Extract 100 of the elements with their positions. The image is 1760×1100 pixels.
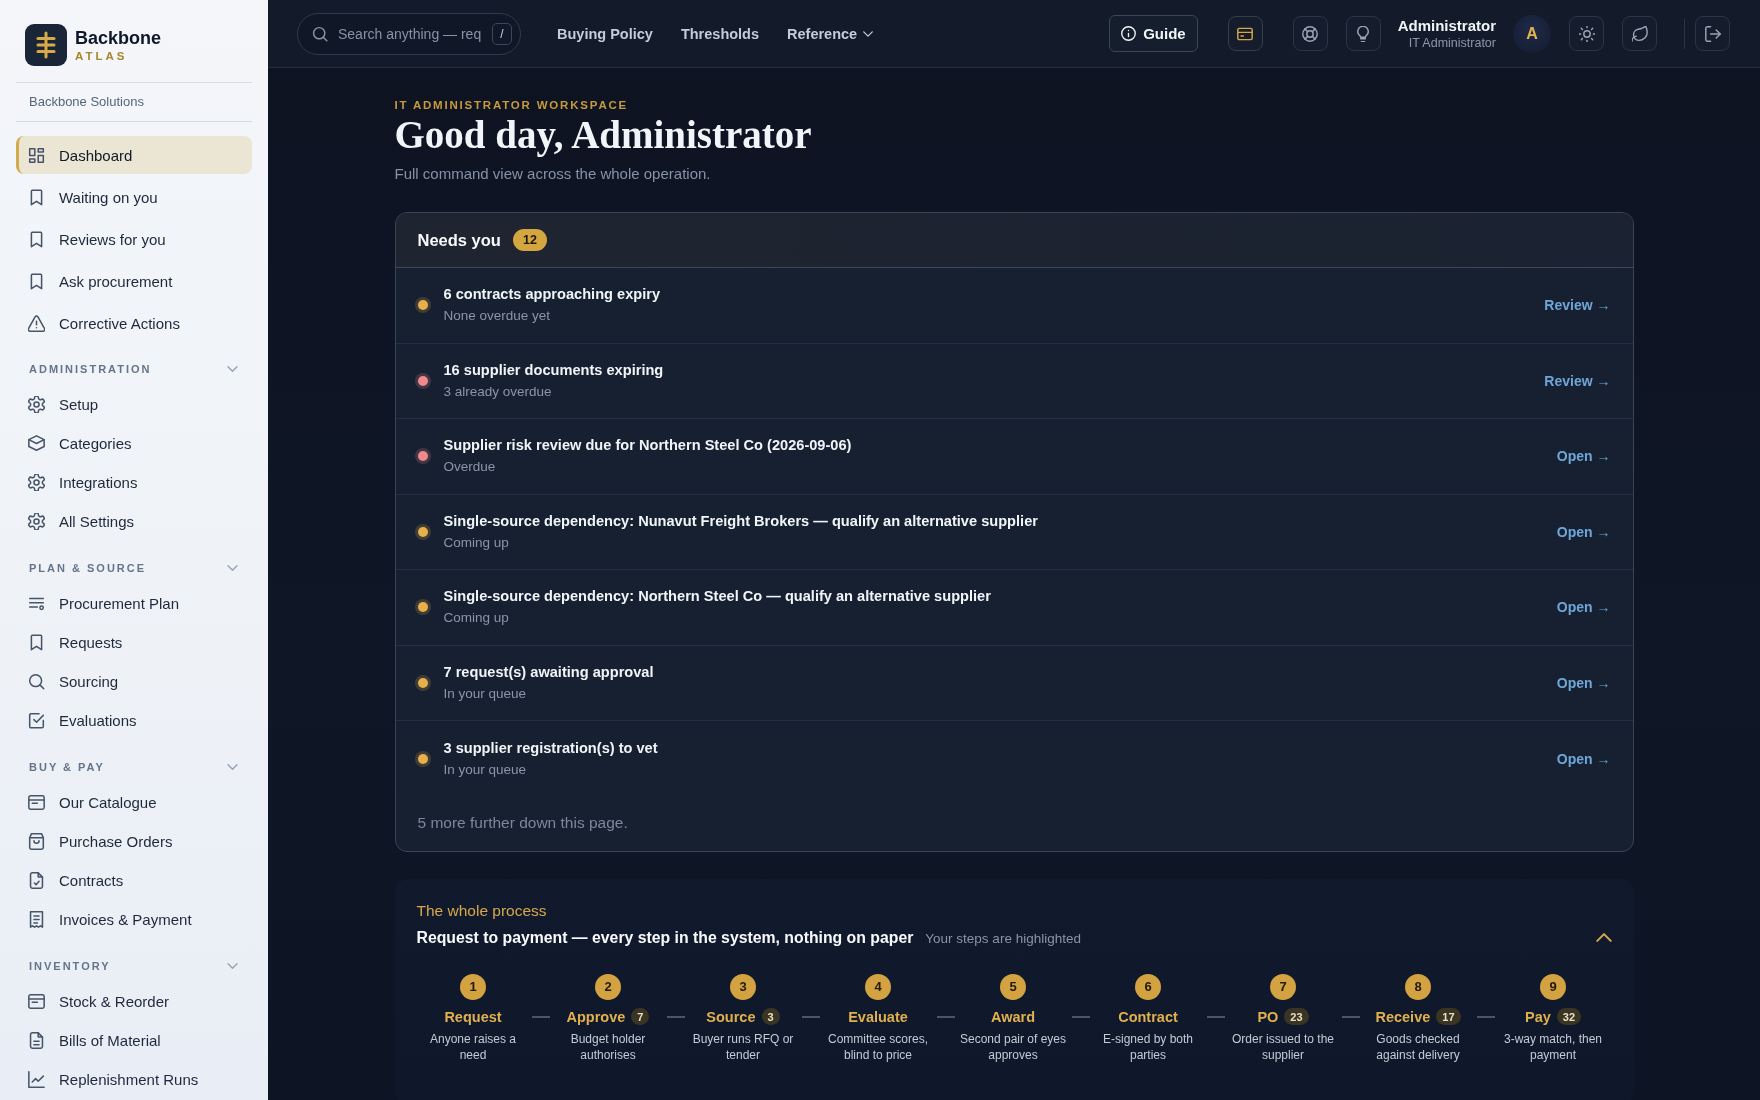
- guide-button[interactable]: Guide: [1109, 15, 1198, 52]
- step-count-badge: 3: [761, 1008, 780, 1025]
- logout-icon: [1704, 25, 1721, 42]
- step-name: Request: [444, 1007, 502, 1026]
- sidebar-item[interactable]: Replenishment Runs: [16, 1060, 252, 1099]
- nav-menu-button[interactable]: Reference: [787, 25, 874, 42]
- item-title: Supplier risk review due for Northern Steel Co (2026-09-06): [443, 436, 852, 456]
- document-check-icon: [28, 872, 45, 889]
- gear-icon: [28, 396, 45, 413]
- step-description: 3-way match, then payment: [1502, 1030, 1603, 1063]
- count-badge: 12: [512, 229, 547, 251]
- card-icon: [28, 993, 45, 1010]
- sidebar-item[interactable]: Contracts: [16, 861, 252, 900]
- section-heading: INVENTORY: [29, 960, 111, 972]
- wallet-icon: [1237, 25, 1254, 42]
- leaf-button[interactable]: [1622, 16, 1657, 51]
- step-name: Award: [990, 1007, 1036, 1026]
- action-link[interactable]: Open →: [1556, 599, 1611, 616]
- step-name: Contract: [1118, 1007, 1178, 1026]
- process-eyebrow: The whole process: [416, 900, 547, 921]
- action-link[interactable]: Review →: [1544, 372, 1611, 389]
- step-description: Committee scores, blind to price: [827, 1030, 929, 1063]
- step-number: 2: [595, 973, 621, 1000]
- sidebar-item[interactable]: Waiting on you: [16, 178, 252, 216]
- user-name: Administrator: [1397, 16, 1496, 35]
- page-subtitle: Full command view across the whole operation.: [394, 164, 711, 184]
- action-link[interactable]: Open →: [1556, 750, 1611, 767]
- step-count-badge: 32: [1556, 1008, 1582, 1025]
- item-title: 6 contracts approaching expiry: [443, 285, 661, 305]
- avatar[interactable]: A: [1513, 14, 1551, 53]
- action-link[interactable]: Open →: [1556, 523, 1611, 540]
- sidebar-item[interactable]: Purchase Orders: [16, 822, 252, 861]
- process-title: Request to payment — every step in the system, nothing on paper: [416, 927, 914, 948]
- item-title: Single-source dependency: Northern Steel Co — qualify an alternative supplier: [443, 587, 991, 607]
- sidebar-item[interactable]: Corrective Actions: [16, 304, 252, 342]
- step-number: 1: [460, 973, 486, 1000]
- step-name: Pay: [1524, 1007, 1551, 1026]
- nav-link[interactable]: Thresholds: [680, 25, 760, 42]
- sidebar-item[interactable]: Stock & Reorder: [16, 982, 252, 1021]
- grid-icon: [28, 146, 45, 164]
- sidebar-item[interactable]: Categories: [16, 424, 252, 463]
- bookmark-icon: [28, 272, 45, 290]
- sidebar-item[interactable]: Procurement Plan: [16, 584, 252, 623]
- brand-name: Backbone: [75, 27, 162, 49]
- sun-icon: [1578, 25, 1595, 42]
- sidebar-item[interactable]: Integrations: [16, 463, 252, 502]
- sidebar-item[interactable]: Ask procurement: [16, 262, 252, 300]
- sidebar-item[interactable]: Our Catalogue: [16, 783, 252, 822]
- step-name: Approve: [566, 1007, 626, 1026]
- sidebar-item[interactable]: Bills of Material: [16, 1021, 252, 1060]
- step-description: Second pair of eyes approves: [958, 1030, 1068, 1063]
- step-count-badge: 7: [631, 1008, 650, 1025]
- item-detail: Coming up: [443, 533, 509, 552]
- nav-link[interactable]: Buying Policy: [557, 25, 653, 42]
- item-detail: None overdue yet: [443, 307, 551, 326]
- step-name: Source: [706, 1007, 756, 1026]
- sidebar-item[interactable]: Requests: [16, 623, 252, 662]
- sidebar-item[interactable]: Setup: [16, 385, 252, 424]
- step-description: Buyer runs RFQ or tender: [691, 1030, 795, 1063]
- step-description: Order issued to the supplier: [1230, 1030, 1336, 1063]
- card-title: Needs you: [417, 230, 501, 250]
- info-icon: [1121, 26, 1137, 41]
- action-link[interactable]: Open →: [1556, 674, 1611, 691]
- sidebar-item[interactable]: Reviews for you: [16, 220, 252, 258]
- search-icon: [312, 25, 328, 42]
- item-title: 7 request(s) awaiting approval: [443, 662, 654, 682]
- logo-icon: [25, 24, 67, 66]
- sidebar-item[interactable]: Invoices & Payment: [16, 900, 252, 939]
- list-icon: [28, 595, 45, 612]
- item-detail: In your queue: [443, 760, 527, 779]
- step-count-badge: 23: [1284, 1008, 1309, 1025]
- help-button[interactable]: [1292, 16, 1328, 51]
- gear-icon: [28, 513, 45, 530]
- sidebar-item[interactable]: Evaluations: [16, 701, 252, 740]
- bookmark-icon: [28, 188, 45, 206]
- action-link[interactable]: Open →: [1556, 448, 1611, 465]
- action-link[interactable]: Review →: [1544, 297, 1611, 314]
- lifebuoy-icon: [1302, 25, 1319, 42]
- lightbulb-button[interactable]: [1345, 16, 1381, 51]
- step-number: 5: [1000, 973, 1026, 1000]
- item-detail: 3 already overdue: [443, 382, 552, 401]
- step-description: Anyone raises a need: [428, 1030, 518, 1063]
- sidebar-item[interactable]: Dashboard: [16, 136, 252, 174]
- bookmark-icon: [28, 230, 45, 248]
- step-description: E-signed by both parties: [1101, 1030, 1195, 1063]
- brand-tagline: ATLAS: [75, 48, 128, 63]
- step-number: 8: [1405, 973, 1431, 1000]
- item-detail: Overdue: [443, 458, 496, 477]
- sidebar-item[interactable]: All Settings: [16, 502, 252, 541]
- checkbox-icon: [28, 712, 45, 729]
- step-number: 3: [730, 973, 756, 1000]
- warning-icon: [28, 314, 45, 332]
- section-heading: ADMINISTRATION: [29, 363, 152, 375]
- section-heading: PLAN & SOURCE: [29, 562, 147, 574]
- chevron-up-icon[interactable]: [1595, 933, 1612, 942]
- step-name: Receive: [1375, 1007, 1431, 1026]
- wallet-button[interactable]: [1227, 16, 1263, 51]
- theme-button[interactable]: [1569, 16, 1604, 51]
- logout-button[interactable]: [1695, 16, 1730, 51]
- sidebar-item[interactable]: Sourcing: [16, 662, 252, 701]
